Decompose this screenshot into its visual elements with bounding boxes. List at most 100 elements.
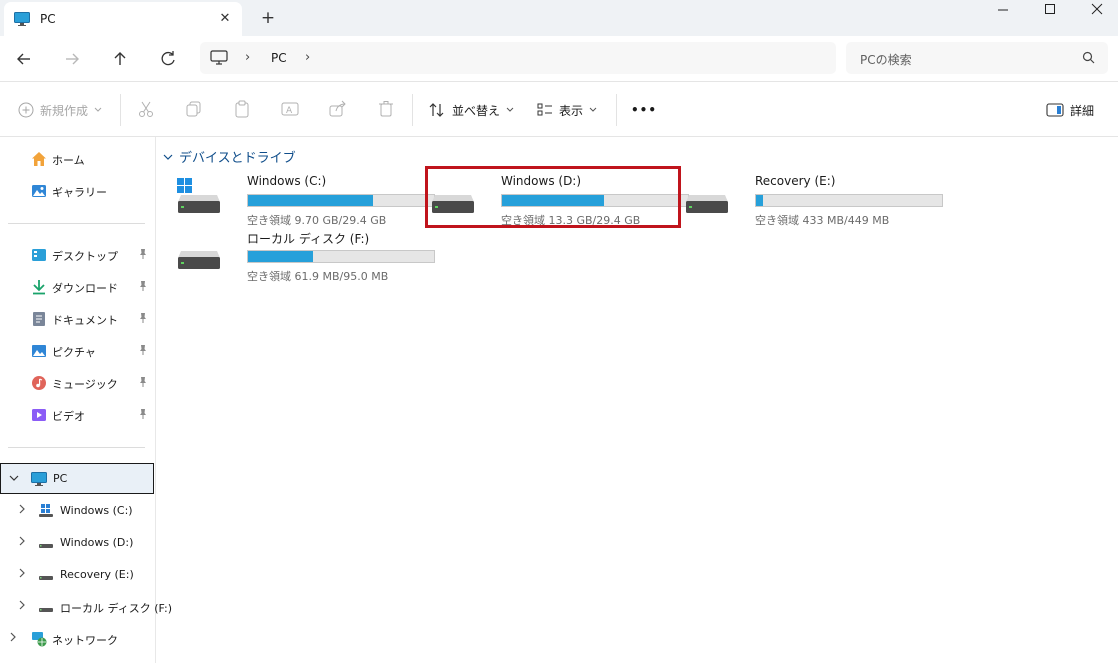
tab-pc[interactable]: PC ✕	[4, 2, 242, 36]
sidebar-item-drive-f[interactable]: ローカル ディスク (F:)	[0, 593, 172, 621]
sidebar-divider	[8, 447, 145, 448]
breadcrumb-separator-icon[interactable]: ›	[245, 50, 250, 65]
drive-free-space: 空き領域 9.70 GB/29.4 GB	[247, 214, 387, 227]
view-button[interactable]: 表示	[537, 99, 597, 121]
pin-icon[interactable]	[138, 281, 148, 294]
document-icon	[31, 311, 47, 327]
refresh-icon	[161, 51, 175, 66]
maximize-button[interactable]	[1027, 0, 1073, 20]
drive-tile-c[interactable]: Windows (C:) 空き領域 9.70 GB/29.4 GB	[177, 172, 435, 228]
refresh-button[interactable]	[154, 46, 182, 72]
sidebar-item-network[interactable]: ネットワーク	[0, 625, 154, 653]
music-icon	[31, 375, 47, 391]
sidebar-item-videos[interactable]: ビデオ	[0, 401, 154, 429]
sidebar-item-documents[interactable]: ドキュメント	[0, 305, 154, 333]
chevron-down-icon	[506, 107, 514, 112]
sidebar-item-label: Windows (D:)	[60, 536, 134, 549]
copy-button[interactable]	[184, 99, 204, 119]
copy-icon	[186, 101, 201, 117]
address-bar[interactable]: › PC ›	[200, 42, 836, 74]
chevron-down-icon[interactable]	[9, 472, 19, 485]
delete-button[interactable]	[376, 99, 396, 119]
drive-usage-bar	[247, 250, 435, 263]
drive-free-space: 空き領域 433 MB/449 MB	[755, 214, 890, 227]
view-button-label: 表示	[559, 103, 584, 118]
sidebar-item-label: ネットワーク	[52, 634, 118, 647]
new-tab-button[interactable]: +	[258, 8, 278, 28]
back-button[interactable]	[10, 46, 38, 72]
tab-close-icon[interactable]: ✕	[216, 10, 234, 28]
details-label: 詳細	[1070, 103, 1095, 118]
sidebar-divider	[8, 223, 145, 224]
sidebar-item-pictures[interactable]: ピクチャ	[0, 337, 154, 365]
group-title: デバイスとドライブ	[179, 151, 296, 166]
toolbar-divider	[616, 94, 617, 126]
paste-button[interactable]	[232, 99, 252, 119]
chevron-right-icon[interactable]	[9, 632, 17, 645]
drive-icon	[38, 599, 54, 615]
pin-icon[interactable]	[138, 249, 148, 262]
sidebar-item-label: デスクトップ	[52, 250, 118, 263]
drive-usage-fill	[248, 195, 373, 206]
sidebar-item-gallery[interactable]: ギャラリー	[0, 177, 154, 205]
more-options-button[interactable]: •••	[631, 99, 657, 121]
title-bar: PC ✕ +	[0, 0, 1118, 36]
sidebar-item-drive-c[interactable]: Windows (C:)	[0, 497, 154, 525]
sidebar-item-drive-e[interactable]: Recovery (E:)	[0, 561, 154, 589]
sidebar-item-pc[interactable]: PC	[0, 463, 154, 494]
search-box[interactable]: PCの検索	[846, 42, 1108, 74]
chevron-right-icon[interactable]	[18, 600, 26, 613]
sidebar-item-home[interactable]: ホーム	[0, 145, 154, 173]
sidebar-item-drive-d[interactable]: Windows (D:)	[0, 529, 154, 557]
sidebar-item-music[interactable]: ミュージック	[0, 369, 154, 397]
pin-icon[interactable]	[138, 409, 148, 422]
forward-arrow-icon	[66, 53, 79, 65]
new-button[interactable]: 新規作成	[18, 99, 102, 121]
minimize-button[interactable]	[980, 0, 1026, 20]
computer-icon	[210, 50, 228, 69]
svg-text:A: A	[286, 106, 293, 116]
rename-button[interactable]: A	[280, 99, 300, 119]
share-button[interactable]	[328, 99, 348, 119]
sidebar-item-downloads[interactable]: ダウンロード	[0, 273, 154, 301]
pin-icon[interactable]	[138, 313, 148, 326]
drive-usage-fill	[248, 251, 314, 262]
sidebar-item-desktop[interactable]: デスクトップ	[0, 241, 154, 269]
drive-name: ローカル ディスク (F:)	[247, 232, 370, 246]
chevron-down-icon	[94, 107, 102, 112]
sidebar-item-label: ドキュメント	[52, 314, 118, 327]
details-pane-icon	[1046, 103, 1064, 117]
navigation-bar: › PC › PCの検索	[0, 36, 1118, 82]
trash-icon	[379, 101, 393, 117]
cut-button[interactable]	[136, 99, 156, 119]
drive-free-space: 空き領域 61.9 MB/95.0 MB	[247, 270, 389, 283]
drive-icon	[685, 178, 729, 217]
chevron-right-icon[interactable]	[18, 504, 26, 517]
plus-circle-icon	[18, 102, 34, 118]
breadcrumb-separator-icon[interactable]: ›	[305, 50, 310, 65]
pin-icon[interactable]	[138, 345, 148, 358]
toolbar-divider	[412, 94, 413, 126]
sidebar-item-label: ダウンロード	[52, 282, 118, 295]
details-pane-button[interactable]: 詳細	[1046, 99, 1094, 121]
new-button-label: 新規作成	[40, 103, 89, 118]
command-bar: 新規作成 A 並べ替え 表示 ••• 詳細	[0, 82, 1118, 137]
group-header[interactable]: デバイスとドライブ	[163, 147, 296, 166]
view-list-icon	[537, 103, 552, 116]
clipboard-icon	[235, 100, 249, 118]
drive-tile-e[interactable]: Recovery (E:) 空き領域 433 MB/449 MB	[685, 172, 943, 228]
sort-button-label: 並べ替え	[452, 103, 501, 118]
up-button[interactable]	[106, 46, 134, 72]
sort-button[interactable]: 並べ替え	[428, 99, 514, 121]
pin-icon[interactable]	[138, 377, 148, 390]
sidebar-item-label: ギャラリー	[52, 186, 107, 199]
breadcrumb-pc[interactable]: PC	[271, 51, 287, 65]
close-window-button[interactable]	[1074, 0, 1118, 20]
chevron-right-icon[interactable]	[18, 536, 26, 549]
drive-tile-f[interactable]: ローカル ディスク (F:) 空き領域 61.9 MB/95.0 MB	[177, 228, 435, 284]
drive-usage-bar	[755, 194, 943, 207]
toolbar-divider	[120, 94, 121, 126]
forward-button[interactable]	[58, 46, 86, 72]
search-input[interactable]: PCの検索	[860, 51, 912, 68]
chevron-right-icon[interactable]	[18, 568, 26, 581]
